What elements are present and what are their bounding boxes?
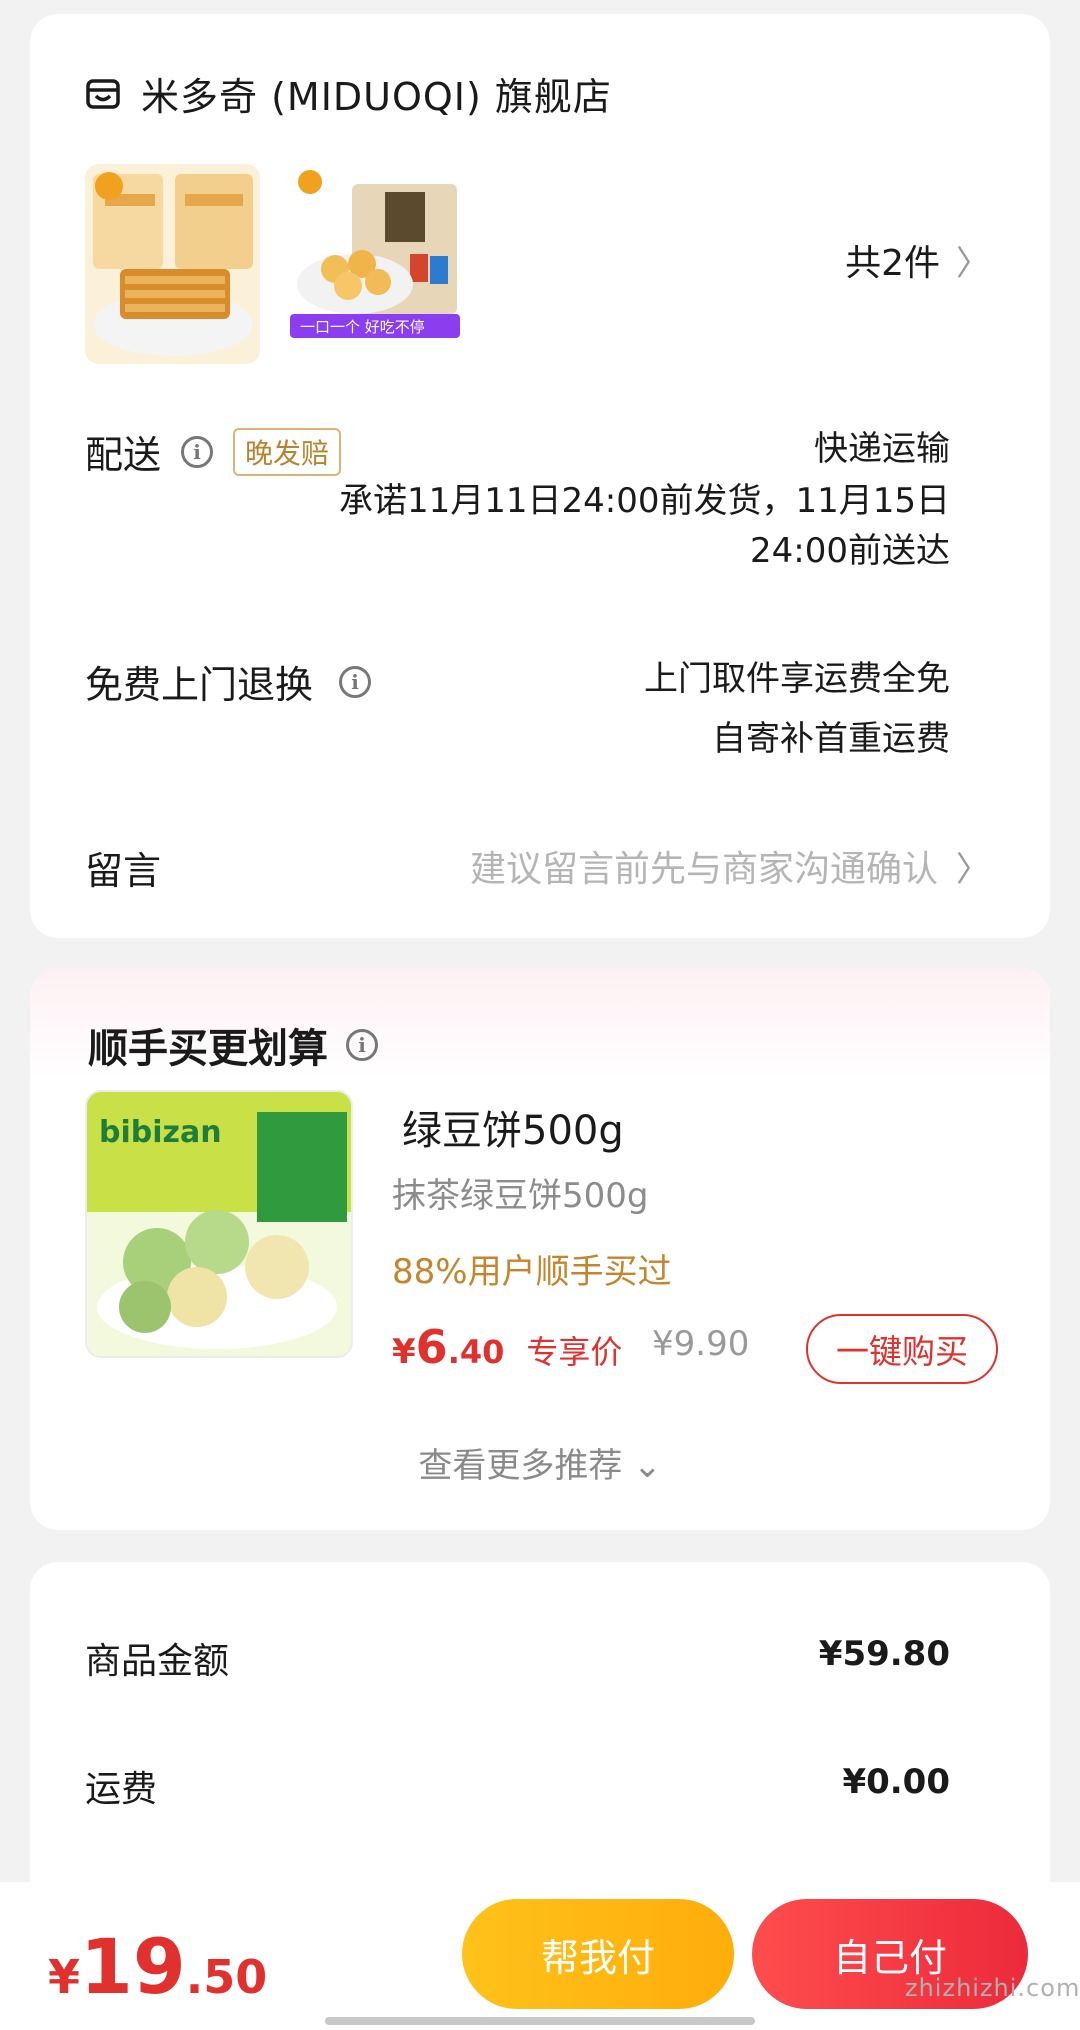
addon-header: 顺手买更划算 i [88,1016,378,1074]
total-integer: 19 [80,1922,186,2011]
order-store-card: 米多奇 (MIDUOQI) 旗舰店 一口一个 好吃不停 共2件 〉 配送 i 晚… [30,14,1050,938]
item-count-label: 共2件 [845,243,940,284]
addon-product-variant: 抹茶绿豆饼500g [392,1176,649,1216]
exclusive-price-tag: 专享价 [526,1333,623,1371]
total-price: ¥ 19 .50 [48,1922,267,2011]
help-me-pay-button[interactable]: 帮我付 [462,1899,734,2009]
one-click-buy-button[interactable]: 一键购买 [806,1314,998,1384]
late-compensation-badge: 晚发赔 [233,427,342,476]
total-symbol: ¥ [48,1950,81,2004]
shipping-value: ¥0.00 [842,1762,950,1802]
delivery-promise: 承诺11月11日24:00前发货，11月15日24:00前送达 [338,481,950,571]
chevron-right-icon: 〉 [956,849,990,890]
addon-product-name[interactable]: 绿豆饼500g [402,1098,624,1156]
message-input[interactable]: 建议留言前先与商家沟通确认 〉 [470,840,990,892]
addon-social-proof: 88%用户顺手买过 [392,1252,672,1292]
item-count-link[interactable]: 共2件 〉 [845,234,990,286]
home-indicator[interactable] [325,2017,755,2025]
returns-label: 免费上门退换 [85,663,314,707]
delivery-label: 配送 [85,433,162,477]
more-recommendations-link[interactable]: 查看更多推荐 ⌄ [30,1438,1050,1487]
addon-title: 顺手买更划算 [88,1026,328,1072]
returns-row: 免费上门退换 i [85,654,372,709]
shipping-label: 运费 [85,1769,158,1810]
delivery-row: 配送 i 晚发赔 [85,424,342,479]
puff-product-image: 一口一个 好吃不停 [290,164,465,364]
goods-amount-label: 商品金额 [85,1641,230,1682]
store-header[interactable]: 米多奇 (MIDUOQI) 旗舰店 [85,66,612,121]
addon-recommend-card: 顺手买更划算 i bibizan 绿豆饼500g 抹茶绿豆饼500g 88%用户… [30,968,1050,1530]
delivery-method: 快递运输 [814,429,950,469]
product-thumbnail-2[interactable]: 一口一个 好吃不停 [290,164,465,364]
checkout-bar: ¥ 19 .50 帮我付 自己付 zhizhizhi.com [0,1882,1080,2030]
addon-product-image[interactable]: bibizan [85,1090,353,1358]
store-icon [86,78,120,109]
original-price: ¥9.90 [652,1324,750,1364]
info-icon[interactable]: i [346,1029,378,1061]
watermark: zhizhizhi.com [905,1974,1080,2002]
store-name: 米多奇 (MIDUOQI) 旗舰店 [141,75,612,119]
product-thumbnail-1[interactable] [85,164,260,364]
total-decimal: .50 [185,1950,268,2004]
message-placeholder: 建议留言前先与商家沟通确认 [469,849,938,890]
message-label: 留言 [85,849,162,893]
toast-product-image [85,164,260,364]
info-icon[interactable]: i [339,665,372,698]
chevron-right-icon: 〉 [956,243,990,284]
returns-line-2: 自寄补首重运费 [712,719,950,759]
thumb2-banner-text: 一口一个 好吃不停 [300,318,425,336]
addon-price: ¥ 6 .40 专享价 [392,1320,622,1374]
price-symbol: ¥ [392,1332,416,1372]
price-integer: 6 [415,1320,448,1374]
price-decimal: .40 [447,1333,505,1371]
goods-amount-value: ¥59.80 [818,1634,950,1674]
mungbean-cake-image: bibizan [87,1092,351,1356]
svg-text:bibizan: bibizan [99,1115,222,1150]
info-icon[interactable]: i [181,435,214,468]
returns-line-1: 上门取件享运费全免 [644,659,950,699]
